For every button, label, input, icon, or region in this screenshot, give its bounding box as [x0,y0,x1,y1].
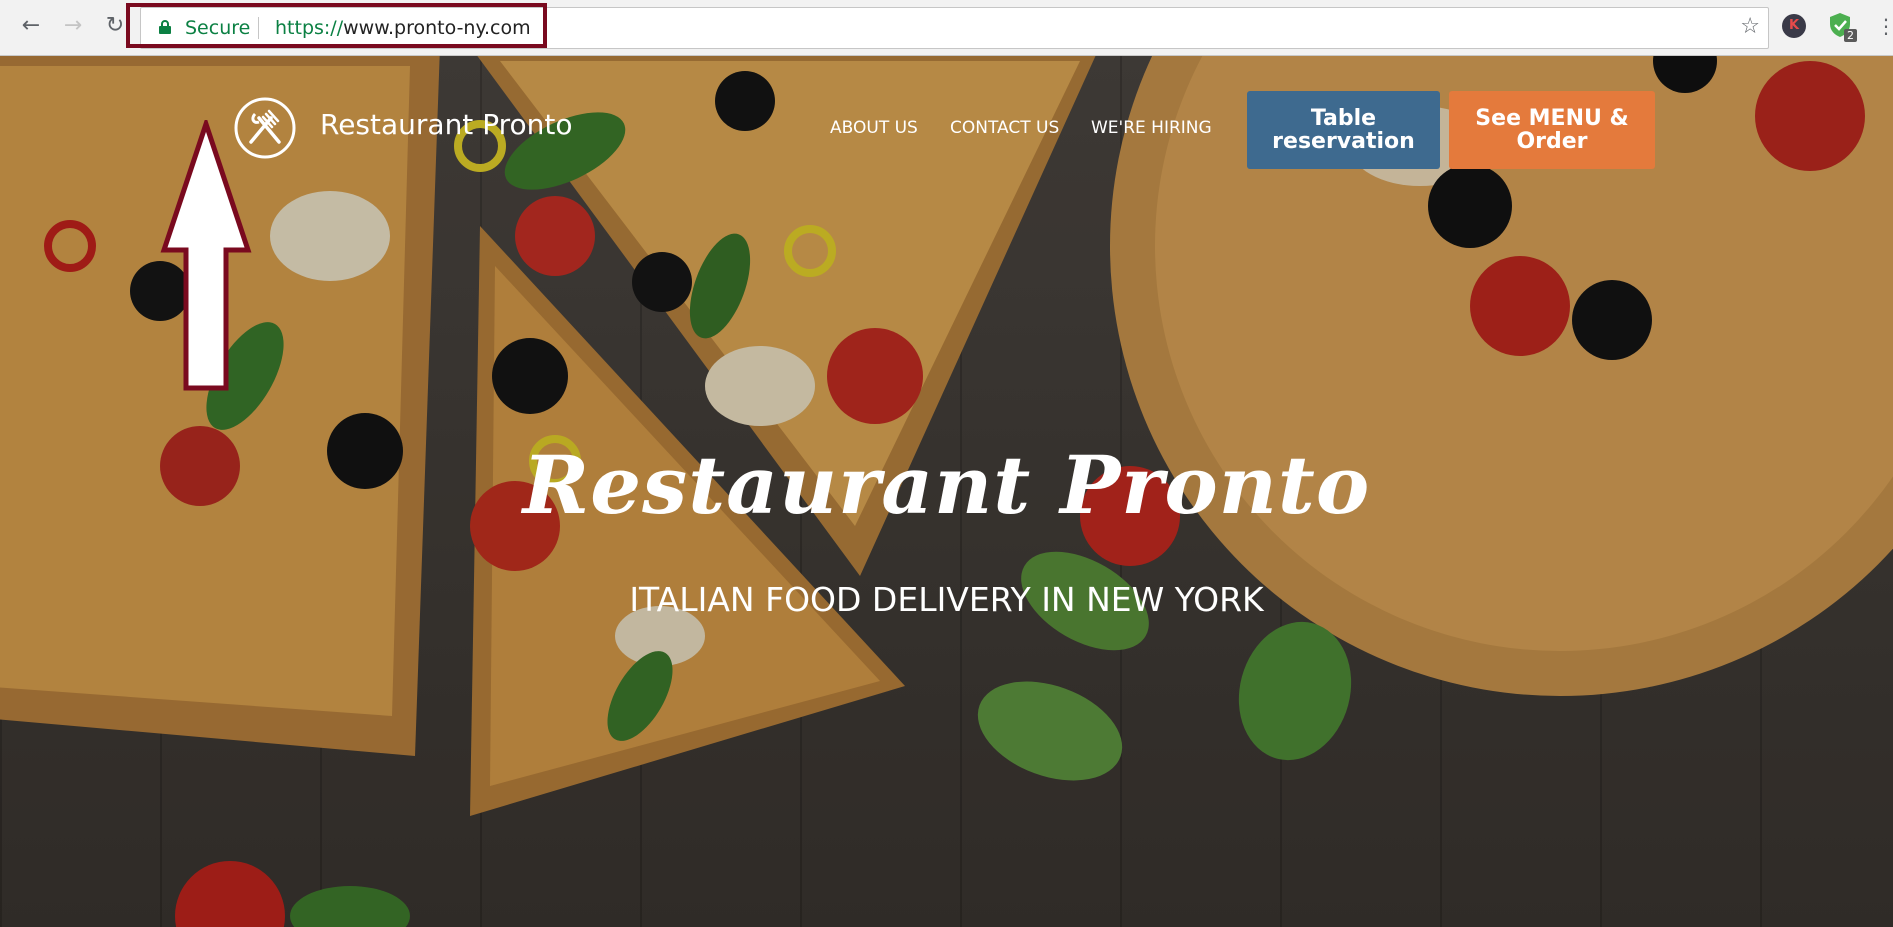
table-reservation-label: Table reservation [1272,107,1415,153]
site-brand[interactable]: Restaurant Pronto [320,108,572,141]
omnibox-separator [258,17,259,39]
nav-were-hiring[interactable]: WE'RE HIRING [1091,118,1212,138]
hero-subtitle: ITALIAN FOOD DELIVERY IN NEW YORK [629,580,1264,619]
hero-title: Restaurant Pronto [522,438,1371,532]
star-icon[interactable]: ☆ [1740,15,1760,39]
nav-about-us[interactable]: ABOUT US [830,118,918,138]
hero-section: Restaurant Pronto ABOUT US CONTACT US WE… [0,56,1893,927]
see-menu-order-line-2: Order [1516,129,1588,154]
back-icon[interactable]: ← [18,13,44,39]
reload-icon[interactable]: ↻ [102,13,128,39]
annotation-arrow [160,120,252,391]
forward-icon[interactable]: → [60,13,86,39]
extension-shield-icon[interactable]: 2 [1828,12,1857,42]
see-menu-order-button[interactable]: See MENU & Order [1449,91,1655,169]
table-reservation-button[interactable]: Table reservation [1247,91,1440,169]
address-bar[interactable]: Secure https://www.pronto-ny.com ☆ [140,7,1769,49]
lock-icon [159,20,171,34]
url-scheme: https:// [275,17,344,39]
table-reservation-line-2: reservation [1272,129,1415,154]
see-menu-order-line-1: See MENU & [1475,106,1629,131]
url-host: www.pronto-ny.com [343,17,531,39]
browser-toolbar: ← → ↻ Secure https://www.pronto-ny.com ☆… [0,0,1893,56]
extension-k-icon[interactable]: K [1782,14,1806,38]
nav-contact-us[interactable]: CONTACT US [950,118,1059,138]
see-menu-order-label: See MENU & Order [1475,107,1628,153]
secure-label: Secure [185,17,251,39]
table-reservation-line-1: Table [1310,106,1377,131]
url-text[interactable]: https://www.pronto-ny.com [275,17,531,39]
kebab-menu-icon[interactable]: ⋮ [1876,14,1893,38]
extension-badge: 2 [1844,29,1857,42]
